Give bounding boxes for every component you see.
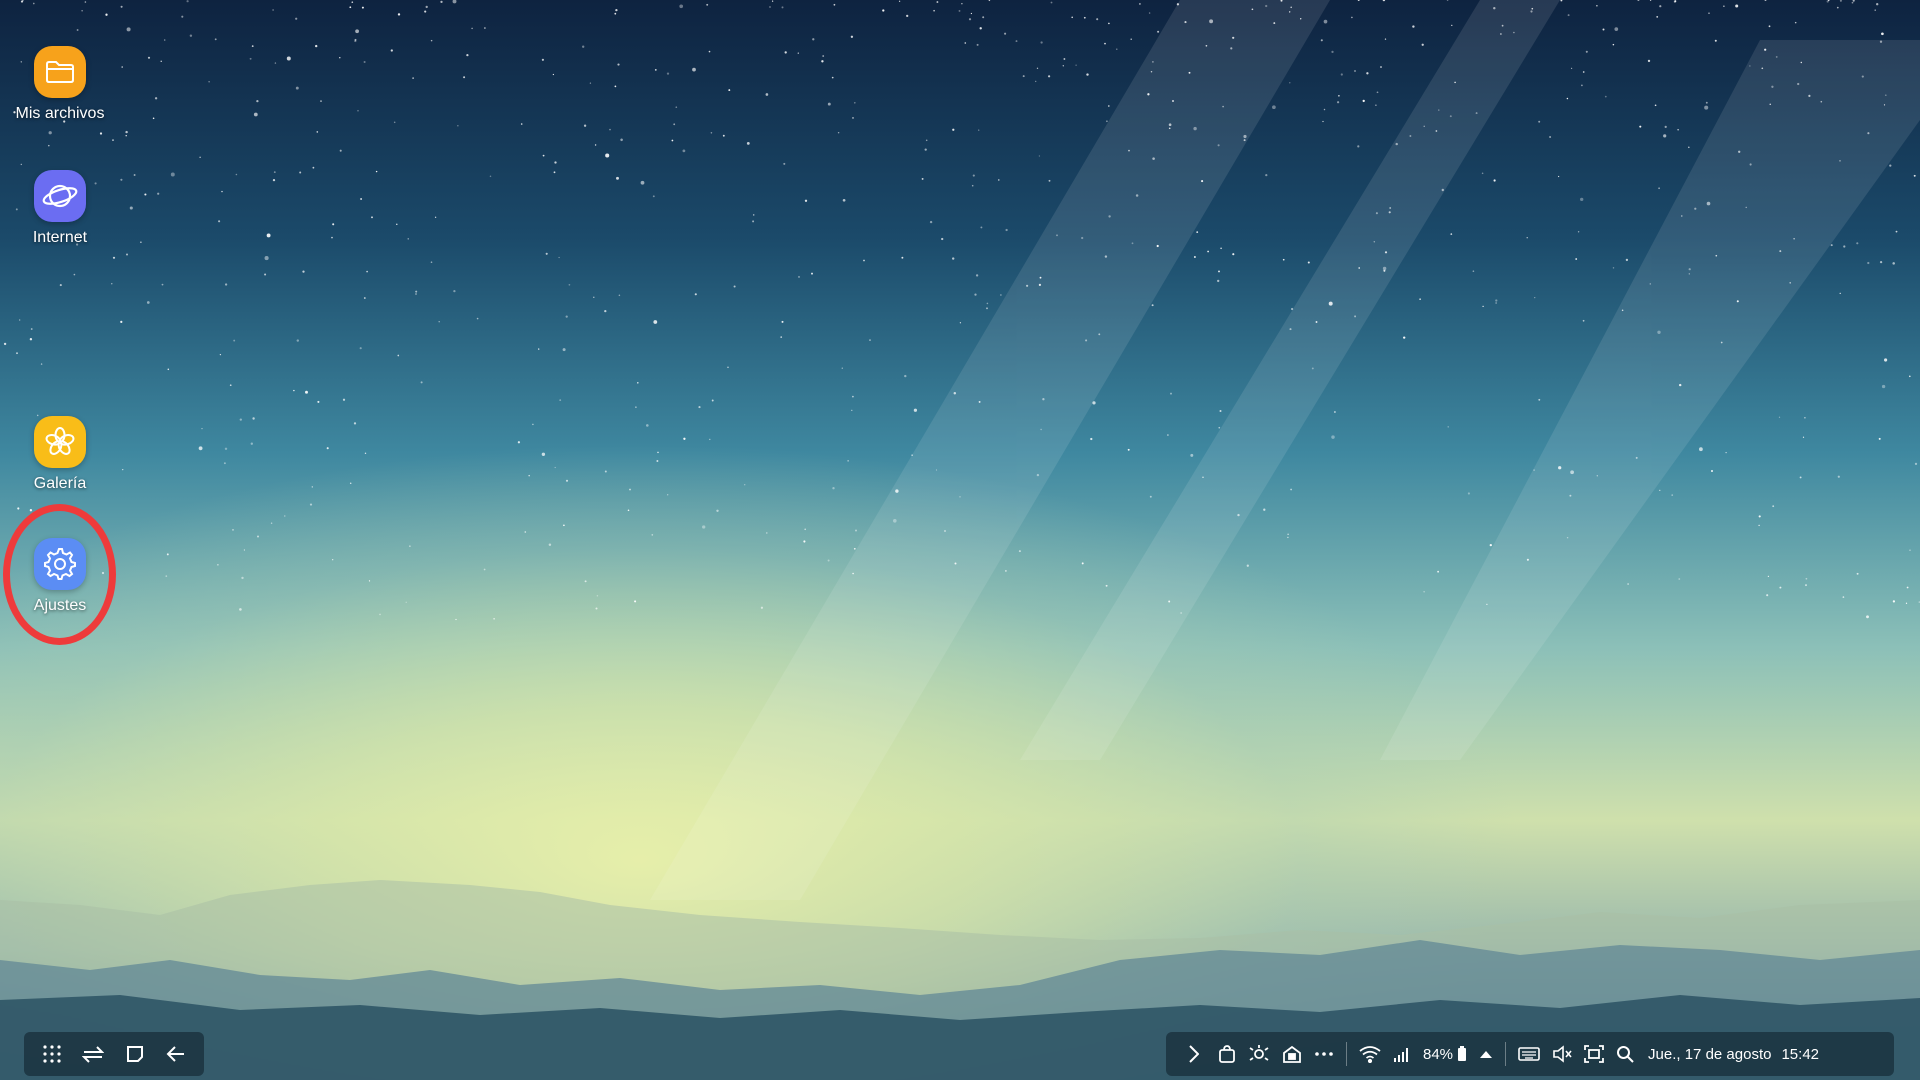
chevron-right-icon[interactable] xyxy=(1176,1036,1212,1072)
desktop-icon-internet[interactable]: Internet xyxy=(0,170,120,247)
desktop-icon-label: Mis archivos xyxy=(15,105,105,122)
desktop-icon-ajustes[interactable]: Ajustes xyxy=(0,538,120,615)
taskbar-tray-group: 84% Jue., 17 de agosto 15:42 xyxy=(1166,1032,1894,1076)
desktop-icon-label: Internet xyxy=(32,229,88,246)
tray-divider xyxy=(1346,1042,1347,1066)
clock-area[interactable]: Jue., 17 de agosto 15:42 xyxy=(1640,1036,1825,1072)
desktop-icon-galeria[interactable]: Galería xyxy=(0,416,120,493)
time-label: 15:42 xyxy=(1781,1045,1820,1063)
battery-icon xyxy=(1458,1046,1467,1061)
secure-folder-icon[interactable] xyxy=(1276,1036,1308,1072)
apps-grid-icon[interactable] xyxy=(34,1036,70,1072)
folder-icon xyxy=(34,46,86,98)
desktop-icon-mis-archivos[interactable]: Mis archivos xyxy=(0,46,120,123)
mountain-silhouette xyxy=(0,880,1920,1080)
desktop-wallpaper: Mis archivos Internet Galería Ajustes 84… xyxy=(0,0,1920,1080)
switch-windows-icon[interactable] xyxy=(75,1036,111,1072)
mute-icon[interactable] xyxy=(1546,1036,1578,1072)
chevron-up-icon[interactable] xyxy=(1473,1036,1499,1072)
gear-icon xyxy=(34,538,86,590)
keyboard-icon[interactable] xyxy=(1512,1036,1546,1072)
screen-capture-icon[interactable] xyxy=(1578,1036,1610,1072)
desktop-icon-label: Galería xyxy=(33,475,87,492)
battery-status[interactable]: 84% xyxy=(1417,1036,1473,1072)
more-options-icon[interactable] xyxy=(1308,1036,1340,1072)
tray-divider xyxy=(1505,1042,1507,1066)
store-bag-icon[interactable] xyxy=(1212,1036,1242,1072)
taskbar-nav-group xyxy=(24,1032,204,1076)
back-arrow-icon[interactable] xyxy=(158,1036,194,1072)
battery-percentage: 84% xyxy=(1423,1045,1454,1063)
recent-apps-icon[interactable] xyxy=(117,1036,153,1072)
search-icon[interactable] xyxy=(1610,1036,1640,1072)
flower-icon xyxy=(34,416,86,468)
date-label: Jue., 17 de agosto xyxy=(1648,1045,1772,1063)
desktop-icon-label: Ajustes xyxy=(33,597,87,614)
planet-icon xyxy=(34,170,86,222)
signal-icon[interactable] xyxy=(1387,1036,1417,1072)
wifi-icon[interactable] xyxy=(1353,1036,1387,1072)
bixby-vision-icon[interactable] xyxy=(1242,1036,1276,1072)
